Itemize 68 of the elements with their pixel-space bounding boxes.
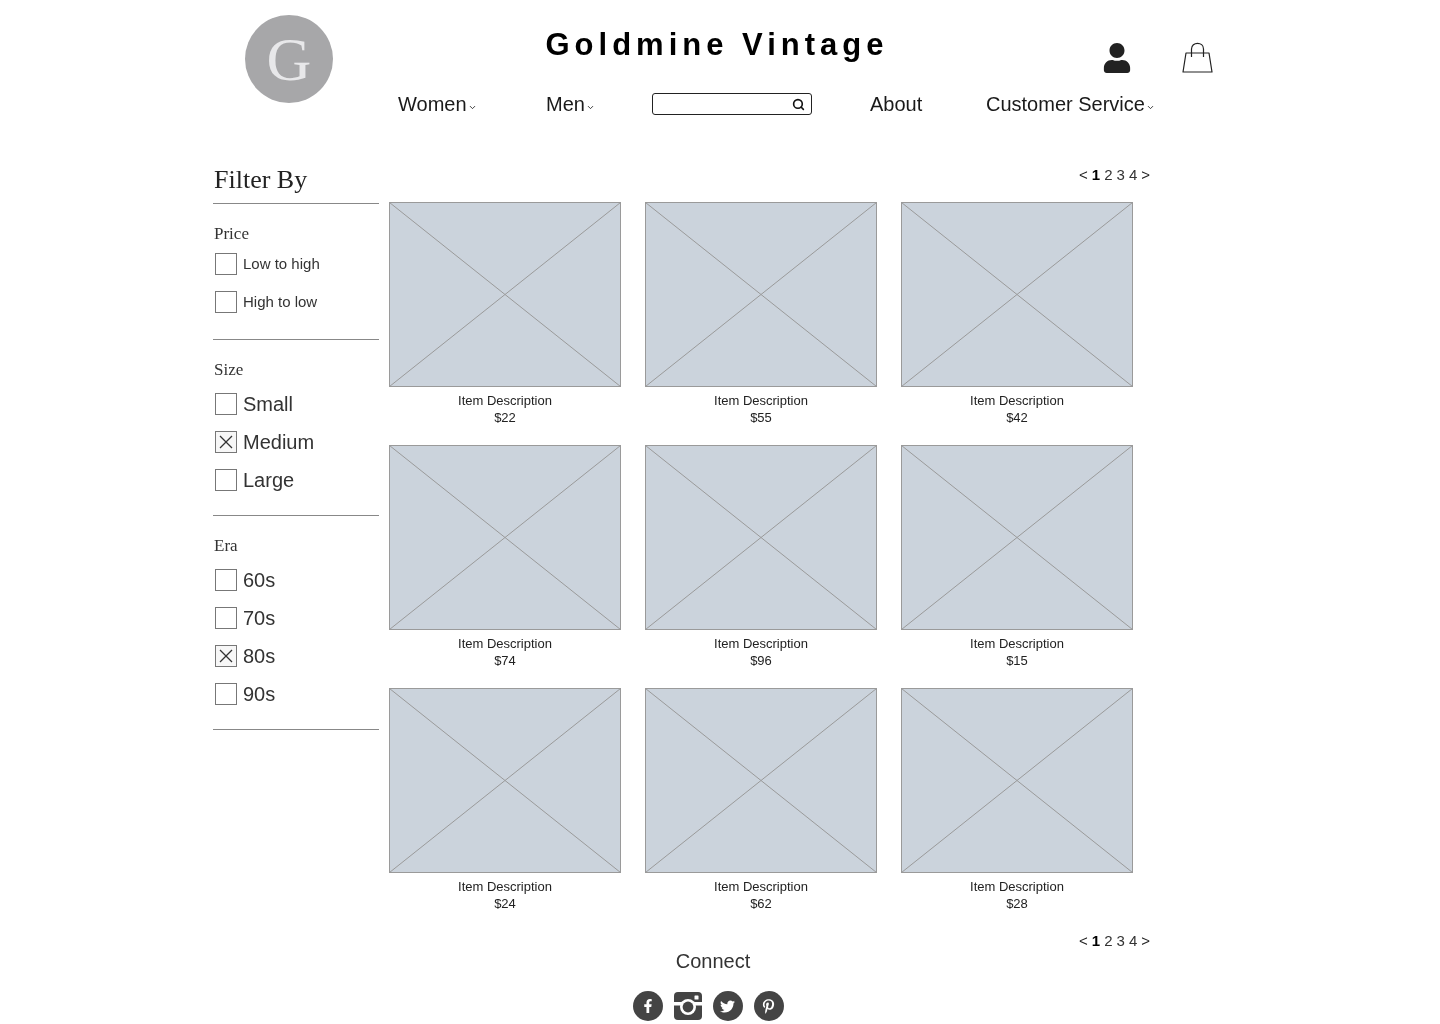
filter-option-label: 70s	[243, 606, 276, 630]
filter-option-label: Large	[243, 468, 295, 492]
item-description: Item Description	[458, 878, 552, 895]
page-link[interactable]: 2	[1104, 167, 1113, 182]
search-icon	[792, 97, 805, 111]
filter-group-title: Size	[213, 360, 245, 380]
page-link[interactable]: 2	[1104, 933, 1113, 948]
item-description: Item Description	[714, 878, 808, 895]
page-link[interactable]: 1	[1091, 933, 1101, 948]
nav-menu[interactable]: Women	[398, 93, 477, 115]
shopping-bag-icon[interactable]	[1182, 42, 1213, 73]
nav-link[interactable]: About	[870, 93, 923, 115]
filter-option-label: 80s	[243, 644, 276, 668]
filter-option-label: Low to high	[243, 255, 320, 273]
nav-menu[interactable]: Customer Service	[986, 93, 1155, 115]
filter-option-label: 90s	[243, 682, 276, 706]
cross-mark-icon	[219, 435, 233, 449]
item-price: $15	[1006, 652, 1028, 669]
page-link[interactable]: 1	[1091, 167, 1101, 182]
checkbox[interactable]	[215, 393, 237, 415]
checkbox[interactable]	[215, 645, 237, 667]
item-description: Item Description	[458, 392, 552, 409]
item-price: $62	[750, 895, 772, 912]
checkbox[interactable]	[215, 469, 237, 491]
item-description: Item Description	[458, 635, 552, 652]
page-link[interactable]: 4	[1128, 933, 1138, 948]
filter-group-title: Era	[213, 536, 239, 556]
filter-group-title: Price	[213, 224, 250, 244]
pinterest-icon[interactable]	[753, 991, 784, 1021]
item-description: Item Description	[970, 635, 1064, 652]
checkbox[interactable]	[215, 683, 237, 705]
item-price: $96	[750, 652, 772, 669]
twitter-bird-icon[interactable]	[712, 991, 743, 1021]
item-price: $55	[750, 409, 772, 426]
account-icon[interactable]	[1102, 43, 1132, 73]
facebook-icon[interactable]	[632, 991, 663, 1021]
search-field[interactable]	[652, 93, 812, 115]
checkbox[interactable]	[215, 607, 237, 629]
checkbox[interactable]	[215, 253, 237, 275]
filter-heading: Filter By	[213, 165, 309, 195]
footer-heading: Connect	[675, 949, 751, 973]
next-page-link[interactable]: >	[1141, 167, 1150, 182]
item-price: $22	[494, 409, 516, 426]
page-link[interactable]: 3	[1116, 933, 1125, 948]
page-link[interactable]: 3	[1116, 167, 1125, 182]
checkbox[interactable]	[215, 431, 237, 453]
item-price: $42	[1006, 409, 1028, 426]
item-price: $24	[494, 895, 516, 912]
item-price: $74	[494, 652, 516, 669]
filter-option-label: Small	[243, 392, 293, 416]
checkbox[interactable]	[215, 291, 237, 313]
instagram-icon[interactable]	[673, 992, 702, 1020]
filter-option-label: Medium	[243, 430, 315, 454]
item-description: Item Description	[970, 392, 1064, 409]
previous-page-link[interactable]: <	[1079, 167, 1088, 182]
cross-mark-icon	[219, 649, 233, 663]
item-description: Item Description	[714, 635, 808, 652]
nav-menu[interactable]: Men	[546, 93, 595, 115]
filter-option-label: High to low	[243, 293, 318, 311]
item-description: Item Description	[714, 392, 808, 409]
filter-option-label: 60s	[243, 568, 276, 592]
next-page-link[interactable]: >	[1141, 933, 1150, 948]
item-description: Item Description	[970, 878, 1064, 895]
checkbox[interactable]	[215, 569, 237, 591]
page-link[interactable]: 4	[1128, 167, 1138, 182]
item-price: $28	[1006, 895, 1028, 912]
site-title: Goldmine Vintage	[545, 27, 889, 63]
previous-page-link[interactable]: <	[1079, 933, 1088, 948]
